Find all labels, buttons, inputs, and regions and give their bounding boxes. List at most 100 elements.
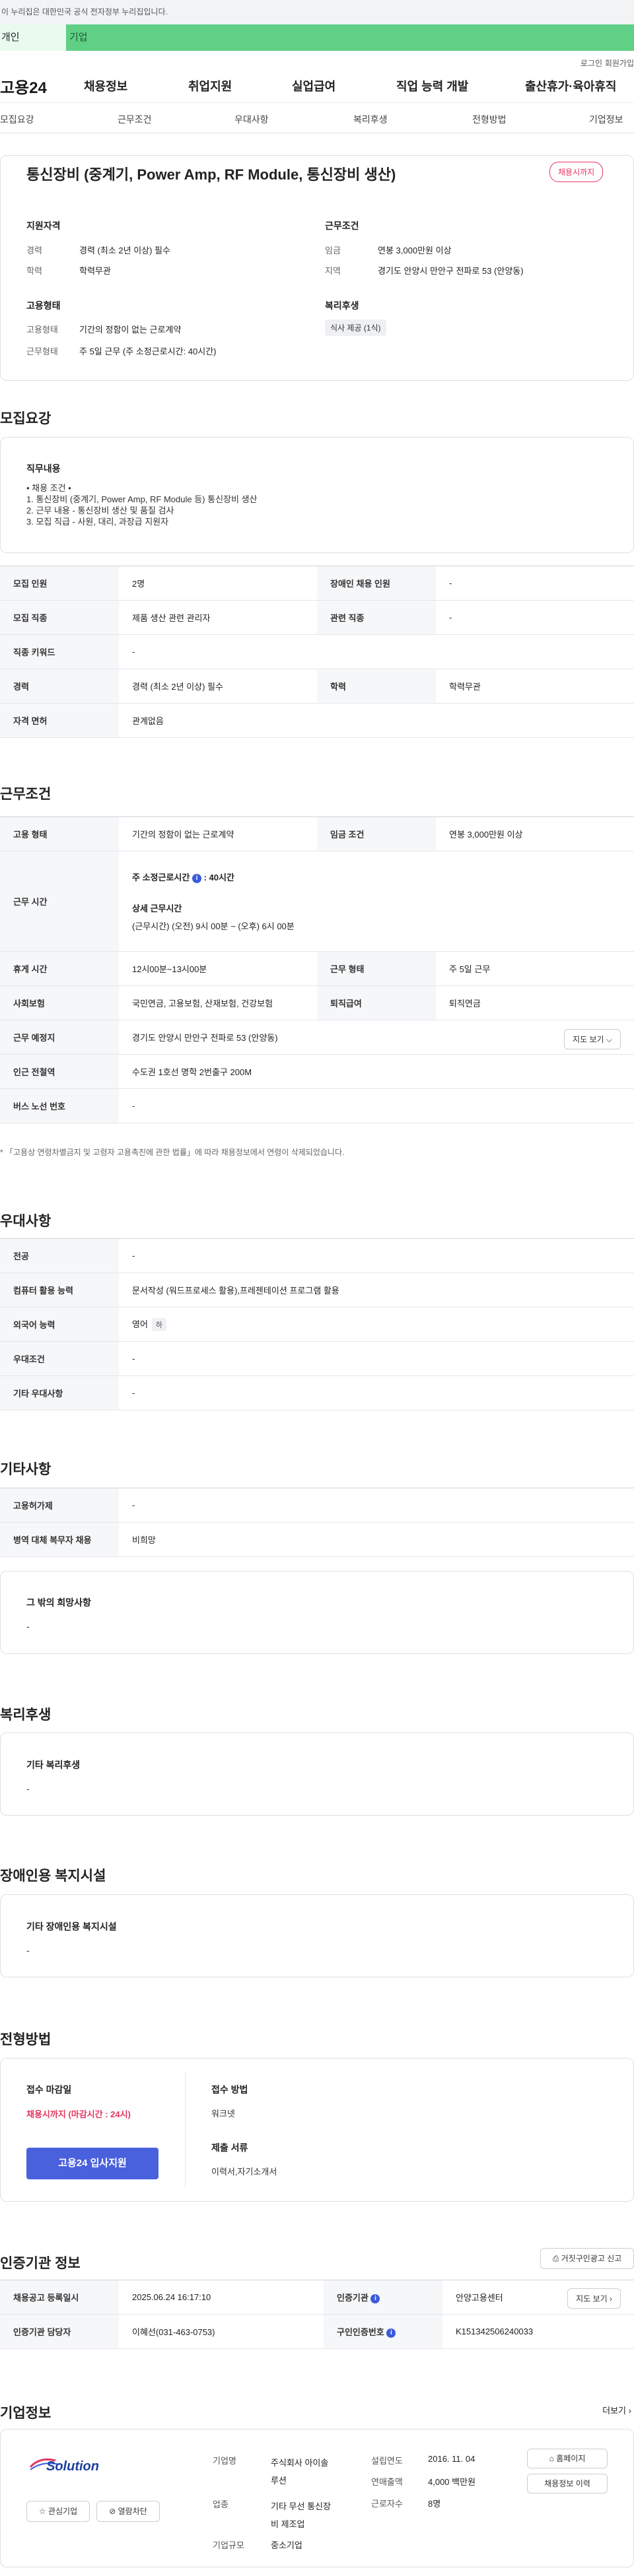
cert-org-label: 인증기관 bbox=[337, 2293, 369, 2303]
gnb-item-training[interactable]: 직업 능력 개발 bbox=[396, 77, 468, 94]
cell-value: - bbox=[119, 1238, 634, 1273]
disabled-box-heading: 기타 장애인용 복지시설 bbox=[26, 1921, 117, 1932]
cell-label: 장애인 채용 인원 bbox=[317, 566, 436, 601]
duty-line: 2. 근무 내용 - 통신장비 생산 및 품질 검사 bbox=[26, 506, 174, 515]
table-row: 인증기관 담당자 이혜선(031-463-0753) 구인인증번호 i K151… bbox=[0, 2314, 634, 2349]
size-value: 중소기업 bbox=[271, 2540, 302, 2550]
deadline-value: 채용시까지 (마감시간 : 24시) bbox=[26, 2109, 131, 2119]
subnav-preferences[interactable]: 우대사항 bbox=[234, 113, 269, 126]
tab-personal[interactable]: 개인 bbox=[0, 24, 66, 51]
subnav-recruit[interactable]: 모집요강 bbox=[0, 113, 34, 126]
cell-label: 근무 형태 bbox=[317, 951, 436, 986]
interest-company-button[interactable]: ☆ 관심기업 bbox=[26, 2501, 90, 2522]
info-icon[interactable]: i bbox=[386, 2328, 396, 2338]
cert-map-button[interactable]: 지도 보기 › bbox=[567, 2288, 621, 2309]
cell-value: - bbox=[119, 1341, 634, 1376]
qual-heading: 지원자격 bbox=[26, 220, 61, 231]
cell-value: 문서작성 (워드프로세스 활용),프레젠테이션 프로그램 활용 bbox=[119, 1272, 634, 1307]
info-icon[interactable]: i bbox=[370, 2294, 380, 2303]
section-title-selection: 전형방법 bbox=[0, 2032, 52, 2047]
map-button-label: 지도 보기 bbox=[573, 1035, 604, 1044]
cell-value: - bbox=[119, 634, 634, 669]
report-button-label: 거짓구인광고 신고 bbox=[561, 2254, 622, 2263]
subnav-welfare[interactable]: 복리후생 bbox=[353, 113, 388, 126]
homepage-button[interactable]: ⌂ 홈페이지 bbox=[527, 2449, 608, 2468]
table-row: 외국어 능력 영어 하 bbox=[0, 1307, 634, 1342]
apply-button[interactable]: 고용24 입사지원 bbox=[26, 2148, 158, 2179]
table-row: 기타 우대사항 - bbox=[0, 1375, 634, 1410]
employees-label: 근로자수 bbox=[371, 2499, 403, 2509]
section-title-conditions: 근무조건 bbox=[0, 787, 52, 802]
cell-value: 수도권 1호선 명학 2번출구 200M bbox=[119, 1054, 634, 1089]
subnav-selection[interactable]: 전형방법 bbox=[472, 113, 507, 126]
other-wishes-value: - bbox=[26, 1621, 30, 1632]
cell-value: 국민연금, 고용보험, 산재보험, 건강보험 bbox=[119, 985, 317, 1020]
recruit-table: 모집 인원 2명 장애인 채용 인원 - 모집 직종 제품 생산 관련 관리자 … bbox=[0, 566, 634, 738]
company-name-value: 주식회사 아이솔 루션 bbox=[271, 2454, 328, 2490]
company-logo: Solution bbox=[26, 2453, 119, 2476]
method-heading: 접수 방법 bbox=[211, 2084, 248, 2095]
tab-company[interactable]: 기업 bbox=[66, 24, 634, 51]
cell-label: 고용허가제 bbox=[0, 1488, 119, 1523]
block-icon: ⊘ bbox=[109, 2507, 116, 2516]
emp-shift-label: 근무형태 bbox=[26, 347, 58, 356]
cell-label: 구인인증번호 i bbox=[324, 2314, 442, 2349]
method-value: 워크넷 bbox=[211, 2109, 235, 2119]
section-title-recruit: 모집요강 bbox=[0, 411, 52, 426]
table-row: 경력 경력 (최소 2년 이상) 필수 학력 학력무관 bbox=[0, 669, 634, 704]
map-button[interactable]: 지도 보기 ⌵ bbox=[564, 1029, 621, 1049]
subnav-company[interactable]: 기업정보 bbox=[589, 113, 623, 126]
cell-label: 임금 조건 bbox=[317, 816, 436, 851]
cond-heading: 근무조건 bbox=[325, 220, 359, 231]
cell-label: 전공 bbox=[0, 1238, 119, 1273]
join-link[interactable]: 회원가입 bbox=[605, 57, 634, 69]
login-link[interactable]: 로그인 bbox=[581, 57, 602, 69]
place-value: 경기도 안양시 만안구 전파로 53 (안양동) bbox=[132, 1033, 278, 1043]
cert-map-button-label: 지도 보기 bbox=[576, 2294, 608, 2303]
cell-label: 관련 직종 bbox=[317, 600, 436, 635]
chevron-right-icon: › bbox=[610, 2294, 612, 2303]
detail-hours-value: (근무시간) (오전) 9시 00분 ~ (오후) 6시 00분 bbox=[132, 921, 295, 931]
industry-line: 기타 무선 통신장 bbox=[271, 2501, 331, 2511]
block-view-button[interactable]: ⊘ 열람차단 bbox=[96, 2501, 160, 2522]
cell-value: 2025.06.24 16:17:10 bbox=[119, 2280, 324, 2315]
sales-label: 연매출액 bbox=[371, 2477, 403, 2487]
home-icon: ⌂ bbox=[549, 2454, 554, 2463]
chevron-down-icon: ⌵ bbox=[606, 1035, 612, 1044]
employees-value: 8명 bbox=[428, 2499, 441, 2509]
qual-edu-label: 학력 bbox=[26, 266, 42, 276]
cell-value: 12시00분~13시00분 bbox=[119, 951, 317, 986]
cell-value: - bbox=[119, 1375, 634, 1410]
user-type-tabs: 개인 기업 bbox=[0, 24, 634, 51]
cell-value: 이혜선(031-463-0753) bbox=[119, 2314, 324, 2349]
language-level-tag: 하 bbox=[151, 1318, 167, 1331]
table-row: 근무 시간 주 소정근로시간 i : 40시간 상세 근무시간 (근무시간) (… bbox=[0, 851, 634, 952]
cell-label: 인증기관 담당자 bbox=[0, 2314, 119, 2349]
report-icon: ⎙ bbox=[552, 2254, 559, 2263]
cell-label: 병역 대체 복무자 채용 bbox=[0, 1522, 119, 1557]
site-logo[interactable]: 고용24 bbox=[0, 75, 47, 98]
subnav-conditions[interactable]: 근무조건 bbox=[118, 113, 152, 126]
job-history-button[interactable]: 채용정보 이력 bbox=[527, 2474, 608, 2493]
cert-number-label: 구인인증번호 bbox=[337, 2327, 384, 2337]
weekly-hours-label: 주 소정근로시간 bbox=[132, 873, 190, 882]
welfare-box-heading: 기타 복리후생 bbox=[26, 1760, 81, 1770]
company-more-link[interactable]: 더보기 › bbox=[602, 2404, 631, 2416]
table-row: 사회보험 국민연금, 고용보험, 산재보험, 건강보험 퇴직급여 퇴직연금 bbox=[0, 985, 634, 1020]
founded-label: 설립연도 bbox=[371, 2456, 403, 2466]
info-icon[interactable]: i bbox=[192, 873, 201, 883]
disabled-card bbox=[0, 1894, 634, 1977]
cell-value: 관계없음 bbox=[119, 703, 634, 738]
job-title: 통신장비 (중계기, Power Amp, RF Module, 통신장비 생산… bbox=[26, 166, 396, 183]
report-fake-ad-button[interactable]: ⎙ 거짓구인광고 신고 bbox=[540, 2248, 634, 2269]
status-badge: 채용시까지 bbox=[549, 162, 604, 182]
gnb-item-employment-support[interactable]: 취업지원 bbox=[188, 77, 232, 94]
gnb-item-unemployment[interactable]: 실업급여 bbox=[292, 77, 335, 94]
gnb-item-leave[interactable]: 출산휴가·육아휴직 bbox=[525, 77, 616, 94]
weekly-hours-value: : 40시간 bbox=[203, 873, 234, 882]
utility-links: 로그인 회원가입 bbox=[0, 51, 634, 69]
table-row: 모집 직종 제품 생산 관련 관리자 관련 직종 - bbox=[0, 600, 634, 635]
star-icon: ☆ bbox=[38, 2507, 46, 2516]
gnb-item-jobs[interactable]: 채용정보 bbox=[84, 77, 127, 94]
docs-value: 이력서,자기소개서 bbox=[211, 2167, 277, 2177]
